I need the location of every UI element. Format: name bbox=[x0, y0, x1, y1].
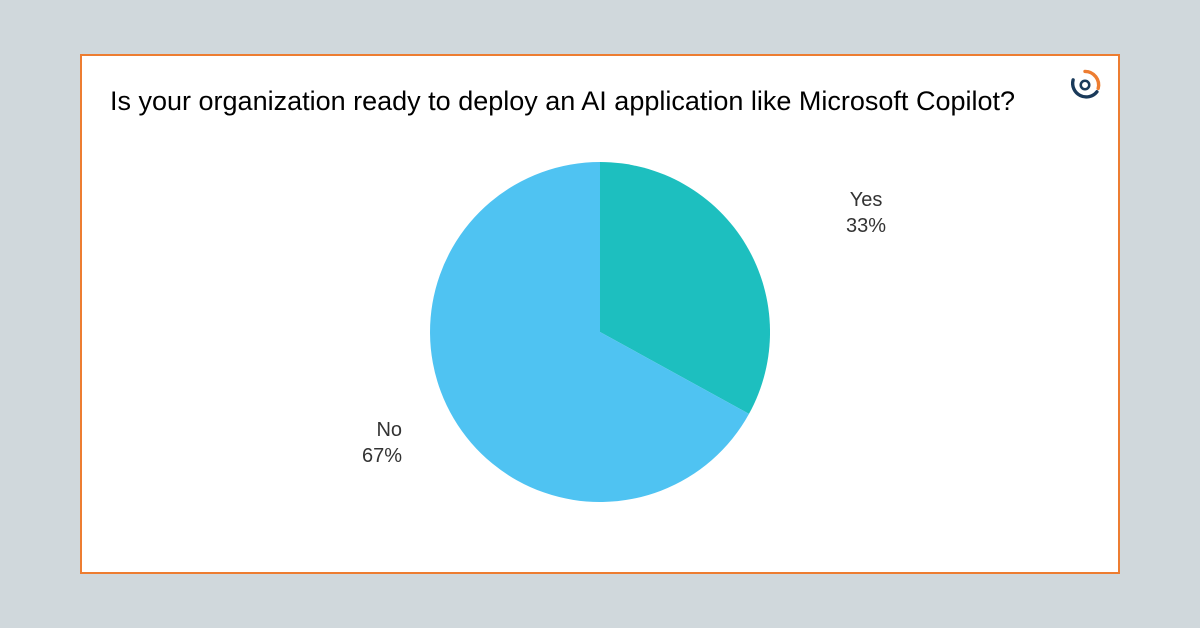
slice-label-yes-name: Yes bbox=[846, 187, 886, 213]
brand-logo-icon bbox=[1068, 68, 1102, 102]
slice-label-no-name: No bbox=[362, 417, 402, 443]
slice-label-yes: Yes 33% bbox=[846, 187, 886, 239]
slice-label-yes-pct: 33% bbox=[846, 213, 886, 239]
pie-svg bbox=[430, 162, 770, 502]
slice-label-no: No 67% bbox=[362, 417, 402, 469]
pie-chart: Yes 33% No 67% bbox=[106, 127, 1094, 537]
slice-label-no-pct: 67% bbox=[362, 443, 402, 469]
chart-title: Is your organization ready to deploy an … bbox=[106, 86, 1094, 117]
chart-card: Is your organization ready to deploy an … bbox=[80, 54, 1120, 574]
